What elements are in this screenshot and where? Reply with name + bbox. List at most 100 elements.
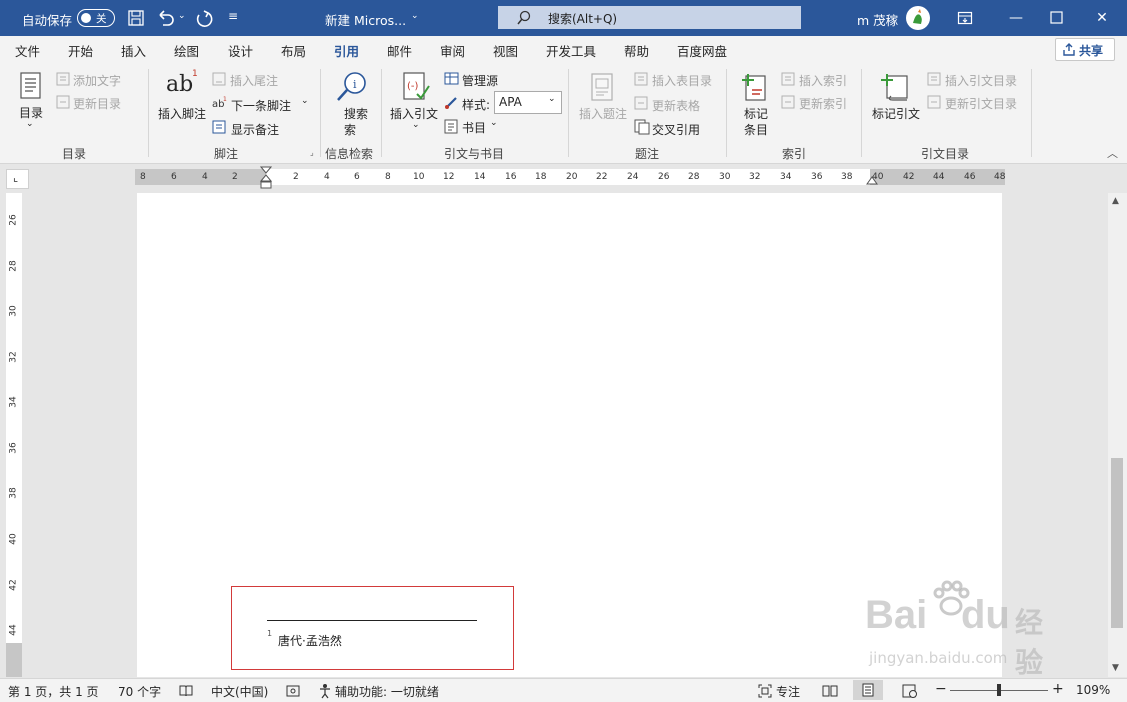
share-button[interactable]: 共享 xyxy=(1055,38,1115,61)
title-dropdown-icon[interactable]: ⌄ xyxy=(411,11,419,21)
tab-review[interactable]: 审阅 xyxy=(440,41,465,60)
focus-mode-button[interactable]: 专注 xyxy=(776,683,800,700)
autosave-toggle[interactable]: 关 xyxy=(77,9,115,27)
update-index-button[interactable]: 更新索引 xyxy=(799,95,847,112)
search-box[interactable]: 搜索(Alt+Q) xyxy=(498,6,801,29)
insert-caption-button[interactable]: 插入题注 xyxy=(579,105,627,122)
toc-icon[interactable] xyxy=(19,72,43,100)
tab-view[interactable]: 视图 xyxy=(493,41,518,60)
read-mode-icon[interactable] xyxy=(822,684,838,698)
mark-entry-button-line2[interactable]: 条目 xyxy=(744,121,768,138)
insert-index-button[interactable]: 插入索引 xyxy=(799,72,847,89)
maximize-icon[interactable] xyxy=(1050,11,1064,25)
ruler-number: 14 xyxy=(474,172,486,182)
tab-draw[interactable]: 绘图 xyxy=(174,41,199,60)
redo-icon[interactable] xyxy=(194,8,214,28)
style-select[interactable]: APA ⌄ xyxy=(494,91,562,114)
ruler-number: 12 xyxy=(443,172,455,182)
insert-footnote-icon[interactable]: ab xyxy=(166,72,193,97)
document-title[interactable]: 新建 Micros... xyxy=(325,10,406,29)
accessibility-status[interactable]: 辅助功能: 一切就绪 xyxy=(335,683,439,700)
right-indent-marker-icon[interactable] xyxy=(866,175,878,185)
insert-footnote-button[interactable]: 插入脚注 xyxy=(158,105,206,122)
ruler-number: 34 xyxy=(780,172,792,182)
language-indicator[interactable]: 中文(中国) xyxy=(211,683,268,700)
accessibility-icon[interactable] xyxy=(318,683,332,699)
avatar[interactable] xyxy=(906,6,930,30)
minimize-icon[interactable]: — xyxy=(1004,6,1028,30)
dialog-launcher-icon[interactable]: ⌟ xyxy=(310,148,314,157)
update-toa-button[interactable]: 更新引文目录 xyxy=(945,95,1017,112)
ruler-number: 36 xyxy=(8,442,19,454)
scrollbar-thumb[interactable] xyxy=(1111,458,1123,628)
ribbon-display-icon[interactable] xyxy=(957,10,973,26)
mark-entry-icon[interactable] xyxy=(740,72,770,102)
style-dropdown-icon[interactable]: ⌄ xyxy=(548,94,556,104)
tab-file[interactable]: 文件 xyxy=(15,41,40,60)
tab-references[interactable]: 引用 xyxy=(334,41,360,66)
mark-entry-button[interactable]: 标记 xyxy=(744,105,768,122)
update-toc-button[interactable]: 更新目录 xyxy=(73,95,121,112)
toc-dropdown-icon[interactable]: ⌄ xyxy=(26,119,34,129)
save-icon[interactable] xyxy=(127,9,145,27)
bibliography-button[interactable]: 书目 xyxy=(462,119,486,136)
ruler-number: 36 xyxy=(811,172,823,182)
scroll-down-icon[interactable]: ▼ xyxy=(1112,663,1119,673)
search-research-icon[interactable]: i xyxy=(334,70,368,104)
tab-home[interactable]: 开始 xyxy=(68,41,93,60)
scroll-up-icon[interactable]: ▲ xyxy=(1112,196,1119,206)
insert-citation-dropdown-icon[interactable]: ⌄ xyxy=(412,120,420,130)
word-count[interactable]: 70 个字 xyxy=(118,683,161,700)
horizontal-ruler[interactable]: 8 6 4 2 2 4 6 8 10 12 14 16 18 20 22 24 … xyxy=(135,166,1005,189)
manage-sources-button[interactable]: 管理源 xyxy=(462,72,498,89)
cross-reference-button[interactable]: 交叉引用 xyxy=(652,121,700,138)
undo-dropdown-icon[interactable]: ⌄ xyxy=(178,11,186,21)
zoom-out-icon[interactable]: − xyxy=(935,681,947,697)
tab-selector[interactable]: ⌞ xyxy=(6,169,29,189)
zoom-in-icon[interactable]: + xyxy=(1052,681,1064,697)
ribbon-tabs: 文件 开始 插入 绘图 设计 布局 引用 邮件 审阅 视图 开发工具 帮助 百度… xyxy=(0,36,1127,66)
search-research-button-line2[interactable]: 索 xyxy=(344,121,356,138)
web-layout-icon[interactable] xyxy=(902,684,918,698)
insert-table-of-figures-button[interactable]: 插入表目录 xyxy=(652,72,712,89)
page-count[interactable]: 第 1 页，共 1 页 xyxy=(8,683,99,700)
insert-endnote-button[interactable]: 插入尾注 xyxy=(230,72,278,89)
mark-citation-button[interactable]: 标记引文 xyxy=(872,105,920,122)
insert-toa-button[interactable]: 插入引文目录 xyxy=(945,72,1017,89)
zoom-level[interactable]: 109% xyxy=(1076,683,1110,697)
next-footnote-button[interactable]: 下一条脚注 xyxy=(231,97,291,114)
update-toa-icon xyxy=(927,95,941,109)
bibliography-dropdown-icon[interactable]: ⌄ xyxy=(490,118,498,128)
tab-insert[interactable]: 插入 xyxy=(121,41,146,60)
undo-icon[interactable] xyxy=(156,9,176,27)
insert-caption-icon[interactable] xyxy=(590,73,616,103)
show-notes-button[interactable]: 显示备注 xyxy=(231,121,279,138)
search-research-button[interactable]: 搜索 xyxy=(344,105,368,122)
indent-marker-icon[interactable] xyxy=(260,166,272,190)
tab-baidu-netdisk[interactable]: 百度网盘 xyxy=(677,41,727,60)
ruler-number: 42 xyxy=(8,579,19,591)
status-bar: 第 1 页，共 1 页 70 个字 中文(中国) 辅助功能: 一切就绪 专注 −… xyxy=(0,678,1127,702)
tab-design[interactable]: 设计 xyxy=(228,41,253,60)
add-text-button[interactable]: 添加文字 xyxy=(73,72,121,89)
user-name[interactable]: m 茂稼 xyxy=(857,10,898,29)
vertical-ruler[interactable]: 26 28 30 32 34 36 38 40 42 44 xyxy=(6,193,22,677)
update-table-button[interactable]: 更新表格 xyxy=(652,97,700,114)
close-icon[interactable]: ✕ xyxy=(1090,6,1114,30)
tab-mailings[interactable]: 邮件 xyxy=(387,41,412,60)
zoom-slider-thumb[interactable] xyxy=(997,684,1001,696)
print-layout-button[interactable] xyxy=(853,680,883,700)
svg-text:1: 1 xyxy=(223,96,227,103)
tab-help[interactable]: 帮助 xyxy=(624,41,649,60)
macro-icon[interactable] xyxy=(286,684,300,698)
ruler-number: 42 xyxy=(903,172,915,182)
customize-toolbar-icon[interactable]: ≡ xyxy=(228,9,238,23)
mark-citation-icon[interactable] xyxy=(879,72,911,102)
insert-citation-icon[interactable]: (-) xyxy=(402,72,430,102)
collapse-ribbon-icon[interactable]: ︿ xyxy=(1107,145,1118,161)
next-footnote-dropdown-icon[interactable]: ⌄ xyxy=(301,96,309,106)
tab-developer[interactable]: 开发工具 xyxy=(546,41,596,60)
focus-icon[interactable] xyxy=(758,684,772,698)
proofing-icon[interactable] xyxy=(179,684,193,698)
tab-layout[interactable]: 布局 xyxy=(281,41,306,60)
